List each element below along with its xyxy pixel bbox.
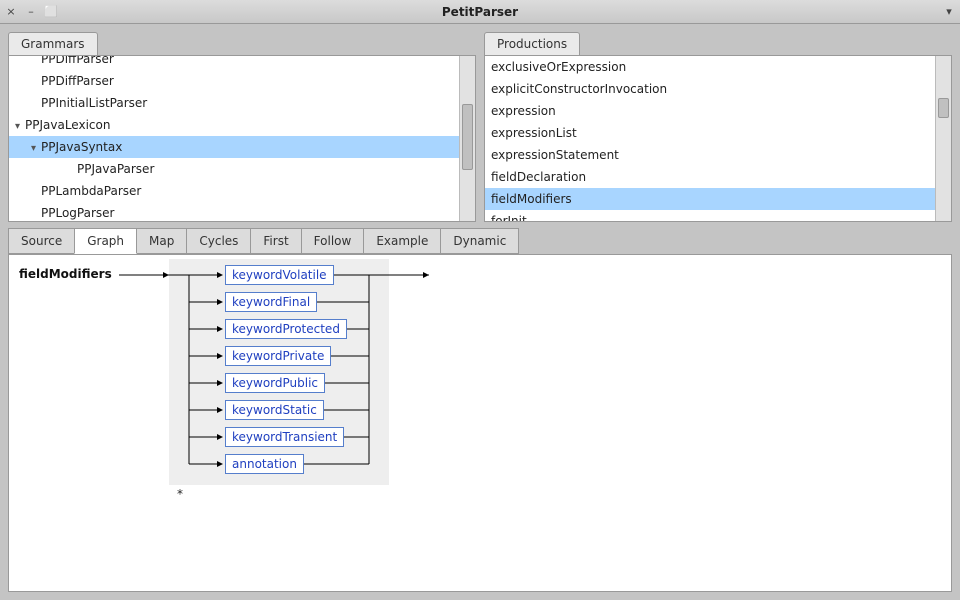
grammars-tree[interactable]: PPDiffParser PPDiffParser PPInitialListPar… xyxy=(9,56,459,221)
chevron-down-icon[interactable]: ▾ xyxy=(15,119,25,134)
maximize-icon[interactable]: ⬜ xyxy=(44,5,58,19)
grammar-tree-item[interactable]: PPDiffParser xyxy=(9,56,459,70)
grammar-tree-item[interactable]: PPJavaParser xyxy=(9,158,459,180)
close-icon[interactable]: × xyxy=(4,5,18,19)
production-list-item[interactable]: expression xyxy=(485,100,935,122)
graph-node[interactable]: keywordPrivate xyxy=(225,346,331,366)
production-list-item[interactable]: expressionStatement xyxy=(485,144,935,166)
graph-node[interactable]: annotation xyxy=(225,454,304,474)
grammar-tree-item[interactable]: PPInitialListParser xyxy=(9,92,459,114)
app-window: × – ⬜ PetitParser ▾ Grammars PPDiffParse… xyxy=(0,0,960,600)
production-list-item[interactable]: exclusiveOrExpression xyxy=(485,56,935,78)
tree-item-label: PPDiffParser xyxy=(41,74,114,88)
tab-map[interactable]: Map xyxy=(136,228,187,254)
graph-node[interactable]: keywordStatic xyxy=(225,400,324,420)
tree-item-label: PPInitialListParser xyxy=(41,96,147,110)
productions-tab[interactable]: Productions xyxy=(484,32,580,55)
grammars-panel: Grammars PPDiffParser PPDiffParser PPIniti… xyxy=(8,32,476,222)
content-area: Grammars PPDiffParser PPDiffParser PPIniti… xyxy=(0,24,960,600)
tab-source[interactable]: Source xyxy=(8,228,75,254)
tab-dynamic[interactable]: Dynamic xyxy=(440,228,519,254)
graph-node[interactable]: keywordTransient xyxy=(225,427,344,447)
tree-item-label: PPDiffParser xyxy=(41,56,114,66)
grammar-tree-item[interactable]: PPDiffParser xyxy=(9,70,459,92)
tab-example[interactable]: Example xyxy=(363,228,441,254)
grammar-tree-item[interactable]: PPLogParser xyxy=(9,202,459,221)
detail-panel: SourceGraphMapCyclesFirstFollowExampleDy… xyxy=(8,228,952,592)
titlebar[interactable]: × – ⬜ PetitParser ▾ xyxy=(0,0,960,24)
tree-item-label: PPJavaSyntax xyxy=(41,140,122,154)
productions-scrollbar[interactable] xyxy=(935,56,951,221)
scrollbar-thumb[interactable] xyxy=(938,98,949,118)
tab-follow[interactable]: Follow xyxy=(301,228,365,254)
production-list-item[interactable]: fieldDeclaration xyxy=(485,166,935,188)
tab-cycles[interactable]: Cycles xyxy=(186,228,251,254)
tree-item-label: PPLogParser xyxy=(41,206,114,220)
top-panels: Grammars PPDiffParser PPDiffParser PPIniti… xyxy=(8,32,952,222)
graph-view[interactable]: fieldModifiers*keywordVolatilekeywordFin… xyxy=(8,255,952,592)
tab-first[interactable]: First xyxy=(250,228,301,254)
production-list-item[interactable]: fieldModifiers xyxy=(485,188,935,210)
tree-item-label: PPLambdaParser xyxy=(41,184,141,198)
production-list-item[interactable]: expressionList xyxy=(485,122,935,144)
tree-item-label: PPJavaLexicon xyxy=(25,118,110,132)
chevron-down-icon[interactable]: ▾ xyxy=(31,141,41,156)
productions-panel: Productions exclusiveOrExpressionexplici… xyxy=(484,32,952,222)
graph-node[interactable]: keywordVolatile xyxy=(225,265,334,285)
grammars-scrollbar[interactable] xyxy=(459,56,475,221)
window-title: PetitParser xyxy=(0,5,960,19)
graph-node[interactable]: keywordFinal xyxy=(225,292,317,312)
production-list-item[interactable]: forInit xyxy=(485,210,935,221)
tab-graph[interactable]: Graph xyxy=(74,228,137,254)
graph-node[interactable]: keywordPublic xyxy=(225,373,325,393)
minimize-icon[interactable]: – xyxy=(24,5,38,19)
productions-list[interactable]: exclusiveOrExpressionexplicitConstructor… xyxy=(485,56,935,221)
window-menu-icon[interactable]: ▾ xyxy=(942,5,956,19)
scrollbar-thumb[interactable] xyxy=(462,104,473,170)
detail-tabs: SourceGraphMapCyclesFirstFollowExampleDy… xyxy=(8,228,952,255)
graph-node[interactable]: keywordProtected xyxy=(225,319,347,339)
grammar-tree-item[interactable]: ▾PPJavaLexicon xyxy=(9,114,459,136)
grammar-tree-item[interactable]: PPLambdaParser xyxy=(9,180,459,202)
tree-item-label: PPJavaParser xyxy=(77,162,154,176)
grammars-tab[interactable]: Grammars xyxy=(8,32,98,55)
production-list-item[interactable]: explicitConstructorInvocation xyxy=(485,78,935,100)
grammar-tree-item[interactable]: ▾PPJavaSyntax xyxy=(9,136,459,158)
